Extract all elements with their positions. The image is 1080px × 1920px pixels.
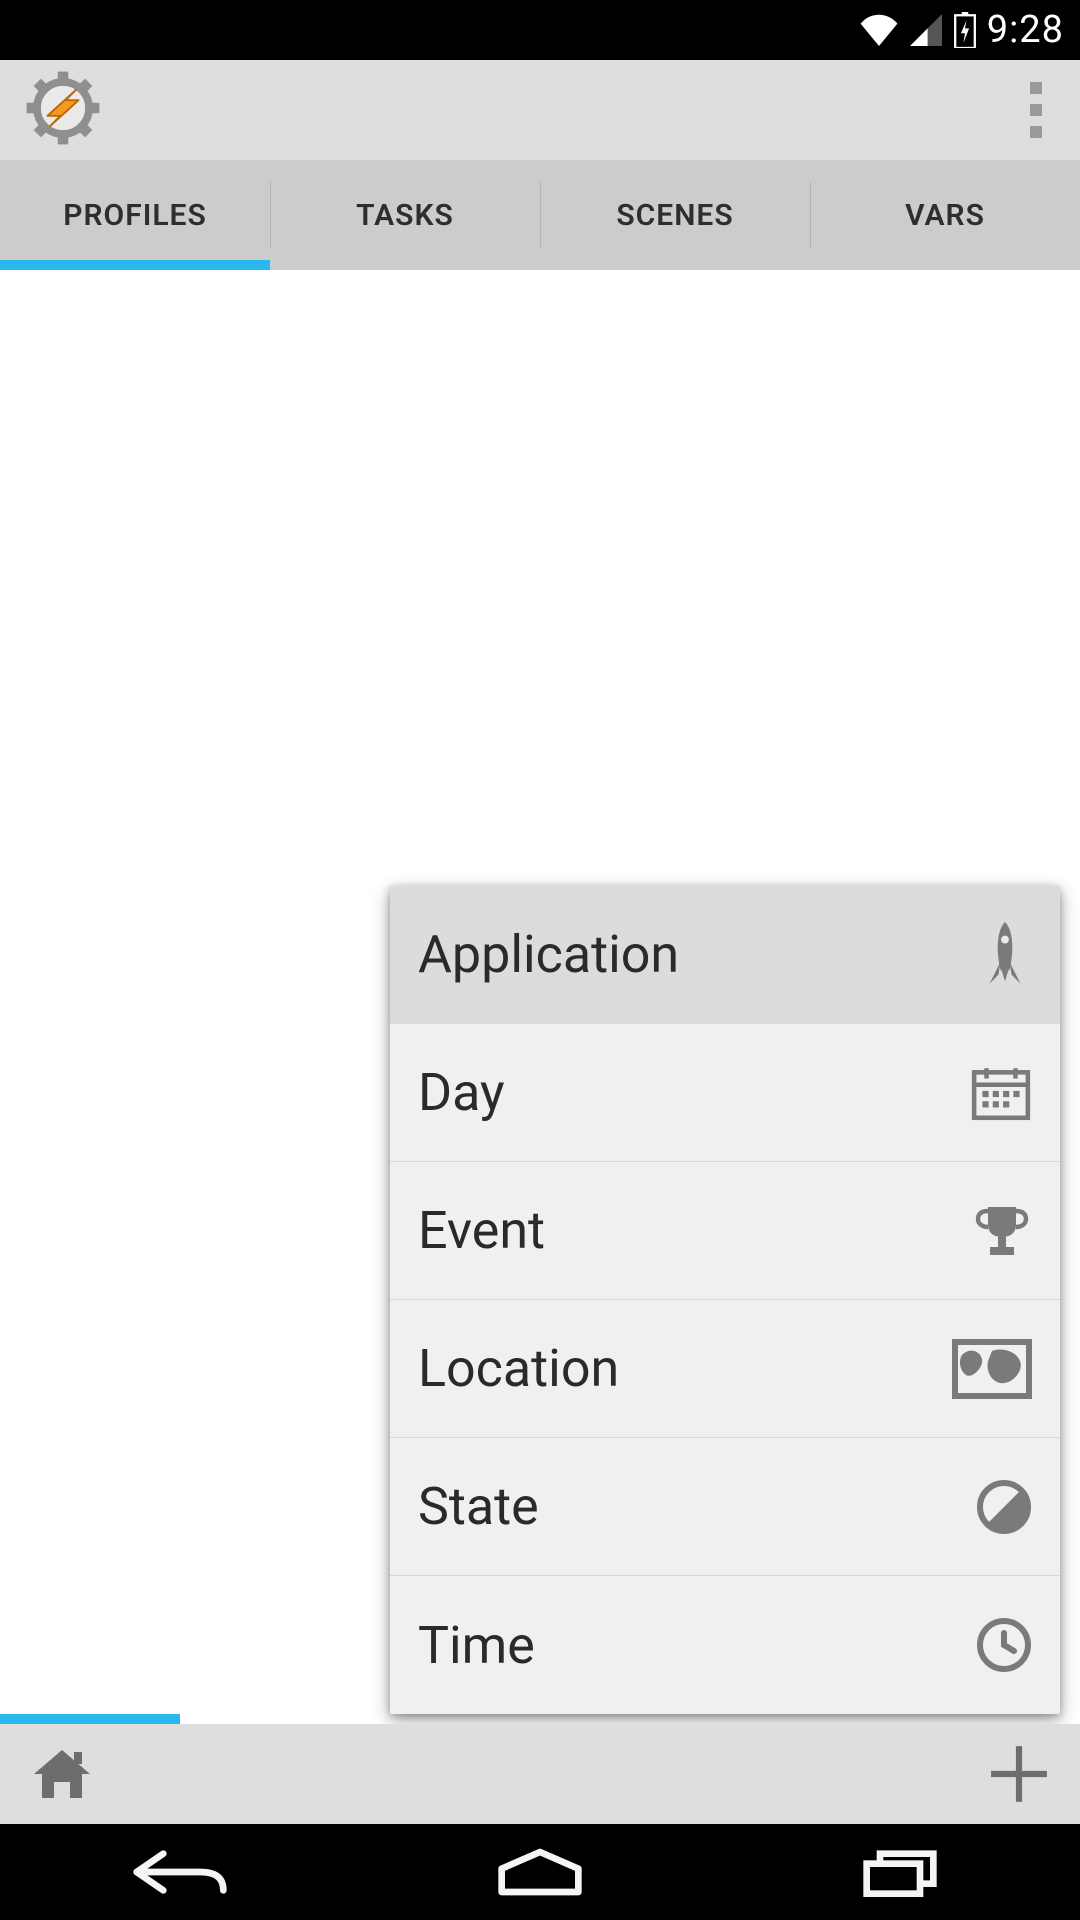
clock-icon <box>976 1617 1032 1673</box>
menu-item-application[interactable]: Application <box>390 886 1060 1024</box>
nav-back-button[interactable] <box>60 1846 300 1898</box>
menu-item-day[interactable]: Day <box>390 1024 1060 1162</box>
menu-item-label: State <box>418 1476 539 1537</box>
bottom-toolbar <box>0 1724 1080 1824</box>
menu-item-label: Location <box>418 1338 619 1399</box>
tab-bar: PROFILES TASKS SCENES VARS <box>0 160 1080 270</box>
wifi-icon <box>859 14 899 46</box>
context-menu: Application Day <box>390 886 1060 1714</box>
status-bar: 9:28 <box>0 0 1080 60</box>
nav-home-button[interactable] <box>420 1846 660 1898</box>
menu-item-time[interactable]: Time <box>390 1576 1060 1714</box>
signal-icon <box>909 14 943 46</box>
progress-indicator <box>0 1714 180 1724</box>
menu-item-label: Event <box>418 1200 545 1261</box>
rocket-icon <box>978 922 1032 988</box>
calendar-icon <box>970 1064 1032 1122</box>
menu-item-label: Application <box>418 924 679 985</box>
add-button[interactable] <box>988 1743 1050 1805</box>
battery-icon <box>953 12 977 48</box>
app-logo-icon <box>24 69 102 151</box>
tab-label: VARS <box>905 198 985 233</box>
trophy-icon <box>972 1201 1032 1261</box>
tab-indicator <box>0 260 270 270</box>
status-clock: 9:28 <box>987 8 1064 52</box>
half-circle-icon <box>976 1479 1032 1535</box>
menu-item-state[interactable]: State <box>390 1438 1060 1576</box>
action-bar <box>0 60 1080 160</box>
navigation-bar <box>0 1824 1080 1920</box>
menu-item-label: Time <box>418 1615 535 1676</box>
tab-label: PROFILES <box>63 198 207 233</box>
tab-vars[interactable]: VARS <box>810 160 1080 270</box>
tab-label: SCENES <box>616 198 733 233</box>
menu-item-event[interactable]: Event <box>390 1162 1060 1300</box>
map-icon <box>952 1338 1032 1400</box>
nav-recent-button[interactable] <box>780 1846 1020 1898</box>
tab-scenes[interactable]: SCENES <box>540 160 810 270</box>
content-area: Application Day <box>0 270 1080 1724</box>
tab-tasks[interactable]: TASKS <box>270 160 540 270</box>
screen: 9:28 PROFILES TASKS SCENES <box>0 0 1080 1920</box>
menu-item-location[interactable]: Location <box>390 1300 1060 1438</box>
menu-item-label: Day <box>418 1062 505 1123</box>
tab-profiles[interactable]: PROFILES <box>0 160 270 270</box>
overflow-menu-button[interactable] <box>1012 80 1060 140</box>
home-button[interactable] <box>30 1745 94 1803</box>
tab-label: TASKS <box>356 198 454 233</box>
